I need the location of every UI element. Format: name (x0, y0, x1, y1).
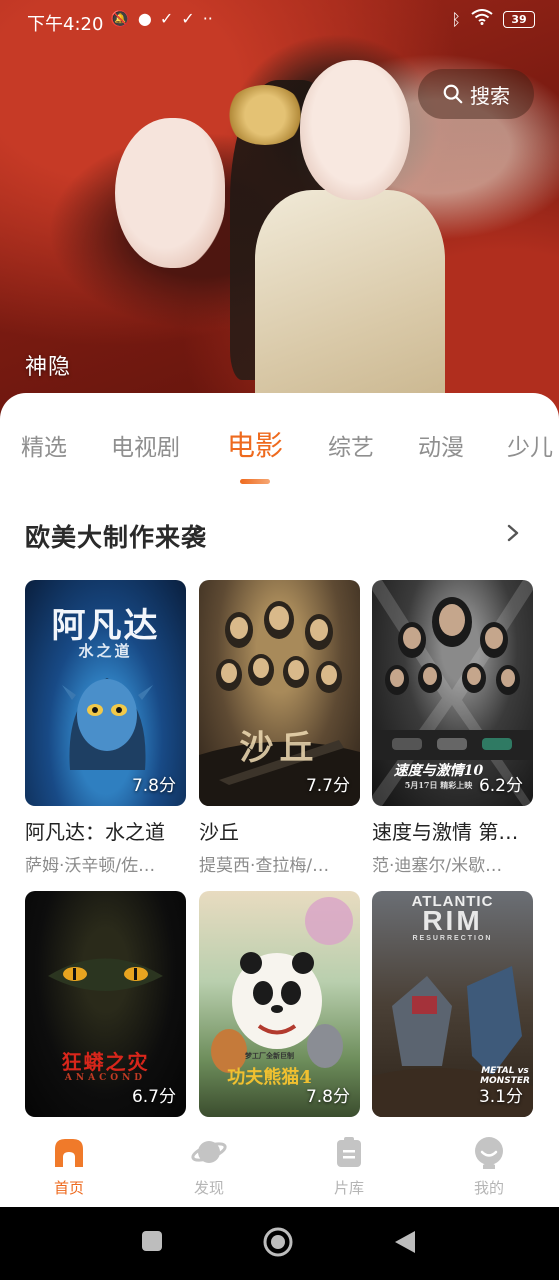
content-sheet: 精选 电视剧 电影 综艺 动漫 少儿 欧美大制作来袭 阿凡达 水之道 7.8分 … (0, 393, 559, 1143)
movie-poster[interactable]: 狂蟒之灾 ANACOND 6.7分 (25, 891, 186, 1117)
status-time: 下午4:20 (27, 14, 104, 35)
back-icon[interactable] (393, 1229, 417, 1255)
movie-cast: 范·迪塞尔/米歇… (372, 856, 503, 876)
poster-title: 沙丘 (239, 728, 320, 768)
battery-icon: 39 (503, 10, 535, 28)
rating-badge: 7.7分 (305, 776, 350, 796)
poster-title: 狂蟒之灾 (61, 1050, 150, 1074)
tab-kids[interactable]: 少儿 (507, 428, 553, 462)
nav-library[interactable]: 片库 (309, 1135, 389, 1198)
movie-title[interactable]: 阿凡达：水之道 (25, 816, 186, 845)
status-bar: 下午4:20 🔕 ● ✓ ✓ ·· ᛒ 39 (0, 0, 559, 42)
recent-apps-icon[interactable] (140, 1229, 164, 1253)
category-tabs: 精选 电视剧 电影 综艺 动漫 少儿 (0, 428, 559, 488)
movie-poster[interactable]: 沙丘 7.7分 (199, 580, 360, 806)
download-done-icon: ✓ (181, 9, 195, 28)
rating-badge: 3.1分 (478, 1087, 523, 1107)
rating-badge: 6.7分 (131, 1087, 176, 1107)
home-button-icon[interactable] (262, 1226, 294, 1258)
hero-art-headdress (225, 85, 305, 145)
nav-profile[interactable]: 我的 (449, 1135, 529, 1198)
poster-subtitle: 水之道 (78, 642, 133, 660)
hero-art-face-right (300, 60, 410, 200)
nav-home-label: 首页 (53, 1179, 84, 1197)
section-title: 欧美大制作来袭 (25, 523, 208, 552)
movie-poster[interactable]: 速度与激情10 5月17日 精彩上映 6.2分 (372, 580, 533, 806)
bottom-navigation: 首页 发现 片库 我的 (0, 1123, 559, 1207)
nav-library-label: 片库 (333, 1179, 364, 1197)
chat-icon: ● (137, 9, 152, 28)
download-done-icon: ✓ (159, 9, 174, 28)
movie-poster[interactable]: 阿凡达 水之道 7.8分 (25, 580, 186, 806)
movie-cast: 萨姆·沃辛顿/佐… (25, 856, 156, 876)
movie-title[interactable]: 速度与激情 第… (372, 816, 533, 845)
nav-discover[interactable]: 发现 (169, 1135, 249, 1198)
status-notification-icons: 🔕 ● ✓ ✓ ·· (110, 9, 213, 28)
wifi-icon (471, 9, 493, 29)
search-icon (443, 84, 463, 104)
rating-badge: 6.2分 (478, 776, 523, 796)
tab-active-indicator (240, 479, 270, 484)
poster-subtitle: RESURRECTION (412, 935, 493, 942)
more-dots-icon: ·· (202, 9, 213, 28)
hero-art-robe (255, 190, 445, 420)
nav-discover-label: 发现 (193, 1179, 224, 1197)
movie-poster[interactable]: ATLANTIC RIM RESURRECTION METAL vs MONST… (372, 891, 533, 1117)
hero-title[interactable]: 神隐 (25, 349, 71, 381)
search-button[interactable]: 搜索 (418, 69, 534, 119)
rating-badge: 7.8分 (305, 1087, 350, 1107)
tab-tv-series[interactable]: 电视剧 (111, 428, 180, 462)
poster-art (48, 958, 163, 991)
hero-art-face-left (115, 118, 225, 268)
movie-title[interactable]: 沙丘 (199, 816, 360, 845)
nav-profile-label: 我的 (473, 1179, 504, 1197)
poster-title: RIM (422, 905, 483, 936)
system-navigation-bar (0, 1207, 559, 1280)
bluetooth-icon: ᛒ (451, 9, 461, 29)
mute-icon: 🔕 (110, 9, 130, 28)
tab-featured[interactable]: 精选 (21, 428, 67, 462)
tab-anime[interactable]: 动漫 (418, 428, 464, 462)
movie-poster[interactable]: 梦工厂全新巨制 功夫熊猫4 7.8分 (199, 891, 360, 1117)
status-system-icons: ᛒ 39 (451, 9, 535, 29)
tab-variety[interactable]: 综艺 (328, 428, 374, 462)
nav-home[interactable]: 首页 (29, 1135, 109, 1198)
home-icon (55, 1139, 83, 1167)
poster-art (62, 678, 153, 770)
planet-icon (191, 1141, 227, 1163)
tab-movies[interactable]: 电影 (227, 428, 283, 464)
movie-cast: 提莫西·查拉梅/… (199, 856, 330, 876)
poster-subtitle: 梦工厂全新巨制 (245, 1051, 294, 1060)
search-label: 搜索 (470, 83, 510, 108)
hero-banner[interactable]: 神隐 (0, 0, 559, 420)
chevron-right-icon[interactable] (503, 521, 523, 545)
profile-icon (475, 1137, 503, 1169)
rating-badge: 7.8分 (131, 776, 176, 796)
library-icon (337, 1137, 361, 1167)
